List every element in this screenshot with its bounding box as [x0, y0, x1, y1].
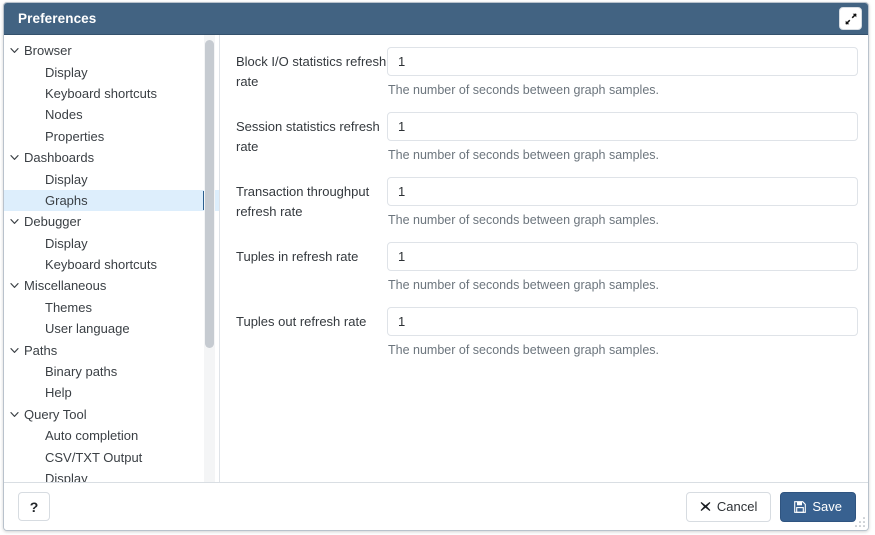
sidebar-item-themes[interactable]: Themes — [4, 297, 219, 318]
sidebar-item-label: Binary paths — [45, 364, 118, 380]
sidebar-item-label: Nodes — [45, 107, 83, 123]
field-label: Session statistics refresh rate — [236, 119, 380, 154]
sidebar-item-keyboard-shortcuts[interactable]: Keyboard shortcuts — [4, 83, 219, 104]
sidebar-item-graphs[interactable]: Graphs — [4, 189, 219, 212]
field-control: The number of seconds between graph samp… — [387, 177, 858, 228]
sidebar-item-binary-paths[interactable]: Binary paths — [4, 361, 219, 382]
preferences-form: Block I/O statistics refresh rateThe num… — [220, 35, 868, 482]
sidebar-item-auto-completion[interactable]: Auto completion — [4, 425, 219, 446]
cross-icon — [700, 501, 711, 512]
sidebar-item-display[interactable]: Display — [4, 233, 219, 254]
field-control: The number of seconds between graph samp… — [387, 47, 858, 98]
sidebar-item-label: Keyboard shortcuts — [45, 257, 158, 273]
field-help-text: The number of seconds between graph samp… — [388, 278, 659, 292]
preferences-tree: Browser Display Keyboard shortcuts Nodes Pro… — [4, 35, 219, 482]
refresh-rate-input[interactable] — [387, 112, 858, 141]
field-label: Tuples out refresh rate — [236, 314, 367, 329]
sidebar-item-label: Display — [45, 171, 88, 187]
refresh-rate-input[interactable] — [387, 242, 858, 271]
field-help-text: The number of seconds between graph samp… — [388, 83, 659, 97]
chevron-down-icon[interactable] — [4, 281, 24, 290]
sidebar-scrollbar-track[interactable] — [204, 35, 215, 482]
cancel-button[interactable]: Cancel — [685, 491, 772, 522]
sidebar-item-label: Auto completion — [45, 428, 139, 444]
refresh-rate-input[interactable] — [387, 177, 858, 206]
field-control: The number of seconds between graph samp… — [387, 242, 858, 293]
field-help-text: The number of seconds between graph samp… — [388, 343, 659, 357]
field-label: Tuples in refresh rate — [236, 249, 359, 264]
field-label: Block I/O statistics refresh rate — [236, 54, 387, 89]
dialog-footer: ? Cancel Save — [4, 483, 868, 530]
chevron-down-icon[interactable] — [4, 410, 24, 419]
form-field-row: Session statistics refresh rate The numbe… — [232, 112, 858, 163]
sidebar-item-query-tool[interactable]: Query Tool — [4, 404, 219, 425]
preferences-sidebar: Browser Display Keyboard shortcuts Nodes Pro… — [4, 35, 220, 482]
field-label: Transaction throughput refresh rate — [236, 184, 370, 219]
dialog-titlebar: Preferences — [4, 3, 868, 35]
sidebar-item-debugger[interactable]: Debugger — [4, 211, 219, 232]
sidebar-item-label: Graphs — [45, 192, 88, 208]
form-field-row: Tuples out refresh rate The number of sec… — [232, 307, 858, 358]
sidebar-item-label: Properties — [45, 128, 105, 144]
field-control: The number of seconds between graph samp… — [387, 112, 858, 163]
expand-diagonal-icon — [844, 12, 857, 25]
chevron-down-icon[interactable] — [4, 217, 24, 226]
sidebar-item-display[interactable]: Display — [4, 468, 219, 482]
save-label: Save — [812, 499, 842, 514]
cancel-label: Cancel — [716, 499, 758, 514]
maximize-button[interactable] — [839, 7, 862, 30]
field-control: The number of seconds between graph samp… — [387, 307, 858, 358]
sidebar-item-keyboard-shortcuts[interactable]: Keyboard shortcuts — [4, 254, 219, 275]
preferences-dialog: Preferences Browser Display Keyboard short… — [3, 2, 869, 531]
help-button[interactable]: ? — [18, 492, 50, 521]
refresh-rate-input[interactable] — [387, 307, 858, 336]
floppy-disk-icon — [794, 500, 807, 513]
sidebar-item-label: Display — [45, 64, 88, 80]
sidebar-item-label: Paths — [24, 342, 58, 358]
sidebar-item-label: Keyboard shortcuts — [45, 85, 158, 101]
sidebar-item-label: CSV/TXT Output — [45, 449, 143, 465]
chevron-down-icon[interactable] — [4, 346, 24, 355]
sidebar-item-help[interactable]: Help — [4, 382, 219, 403]
field-help-text: The number of seconds between graph samp… — [388, 213, 659, 227]
chevron-down-icon[interactable] — [4, 153, 24, 162]
sidebar-item-label: Help — [45, 385, 72, 401]
sidebar-item-label: Display — [45, 471, 88, 482]
form-field-row: Tuples in refresh rate The number of seco… — [232, 242, 858, 293]
sidebar-item-user-language[interactable]: User language — [4, 318, 219, 339]
save-button[interactable]: Save — [780, 491, 856, 522]
form-field-row: Transaction throughput refresh rate The n… — [232, 177, 858, 228]
question-mark-icon: ? — [29, 498, 39, 515]
sidebar-item-display[interactable]: Display — [4, 168, 219, 189]
field-help-text: The number of seconds between graph samp… — [388, 148, 659, 162]
refresh-rate-input[interactable] — [387, 47, 858, 76]
sidebar-item-label: User language — [45, 321, 130, 337]
sidebar-item-csv-txt-output[interactable]: CSV/TXT Output — [4, 446, 219, 467]
chevron-down-icon[interactable] — [4, 46, 24, 55]
sidebar-item-browser[interactable]: Browser — [4, 40, 219, 61]
sidebar-item-label: Miscellaneous — [24, 278, 107, 294]
form-field-row: Block I/O statistics refresh rateThe num… — [232, 47, 858, 98]
sidebar-item-properties[interactable]: Properties — [4, 126, 219, 147]
sidebar-item-label: Display — [45, 235, 88, 251]
sidebar-item-label: Browser — [24, 43, 72, 59]
sidebar-scrollbar-thumb[interactable] — [205, 40, 214, 348]
sidebar-item-label: Themes — [45, 299, 92, 315]
sidebar-item-label: Debugger — [24, 214, 82, 230]
sidebar-item-label: Query Tool — [24, 406, 87, 422]
dialog-body: Browser Display Keyboard shortcuts Nodes Pro… — [4, 35, 868, 483]
dialog-title: Preferences — [18, 11, 97, 26]
sidebar-item-dashboards[interactable]: Dashboards — [4, 147, 219, 168]
sidebar-item-label: Dashboards — [24, 150, 95, 166]
sidebar-item-paths[interactable]: Paths — [4, 339, 219, 360]
sidebar-item-miscellaneous[interactable]: Miscellaneous — [4, 275, 219, 296]
sidebar-item-nodes[interactable]: Nodes — [4, 104, 219, 125]
footer-actions: Cancel Save — [685, 491, 856, 522]
sidebar-item-display[interactable]: Display — [4, 61, 219, 82]
